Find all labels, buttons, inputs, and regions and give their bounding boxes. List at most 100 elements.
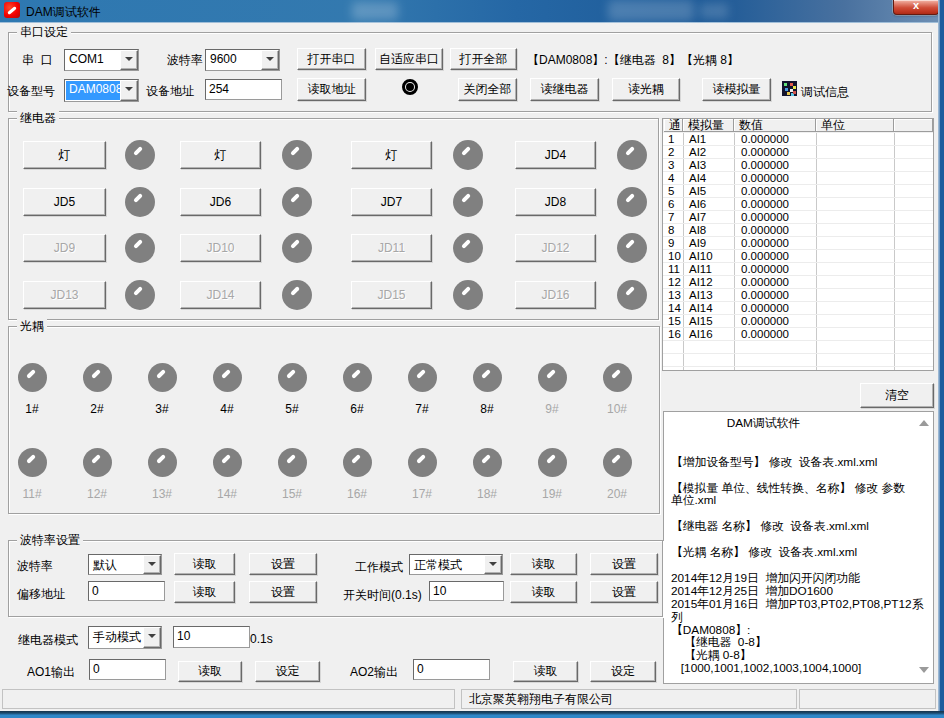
table-row[interactable]: 3 AI3 0.000000 (663, 159, 933, 172)
open-serial-button[interactable]: 打开串口 (297, 48, 366, 70)
table-row[interactable]: 6 AI6 0.000000 (663, 198, 933, 211)
table-row[interactable]: 14 AI14 0.000000 (663, 302, 933, 315)
switch-set-button[interactable]: 设置 (590, 581, 658, 603)
table-row[interactable]: 10 AI10 0.000000 (663, 250, 933, 263)
offset-label: 偏移地址 (17, 586, 65, 603)
workmode-select[interactable]: 正常模式 (409, 554, 503, 575)
col-header-value[interactable]: 数值 (734, 119, 816, 132)
relay-cell: 灯 (351, 140, 491, 170)
table-row[interactable]: 9 AI9 0.000000 (663, 237, 933, 250)
ao2-read-button[interactable]: 读取 (513, 661, 578, 682)
dropdown-arrow-icon[interactable] (143, 627, 161, 648)
relay-button[interactable]: JD15 (351, 281, 432, 309)
dropdown-arrow-icon[interactable] (120, 50, 138, 70)
relay-button[interactable]: JD6 (180, 188, 261, 216)
opto-status-ball (473, 448, 502, 477)
relay-button[interactable]: JD5 (23, 188, 106, 216)
relay-mode-select[interactable]: 手动模式 (88, 626, 162, 649)
com-port-select[interactable]: COM1 (64, 49, 139, 71)
relay-status-ball (453, 280, 483, 310)
dropdown-arrow-icon[interactable] (143, 555, 161, 574)
baudrate-select[interactable]: 默认 (88, 554, 162, 575)
baud-set-button[interactable]: 设置 (249, 553, 317, 575)
table-row[interactable]: 13 AI13 0.000000 (663, 289, 933, 302)
relay-button[interactable]: 灯 (23, 141, 106, 169)
opto-cell: 2# (77, 363, 117, 415)
opto-cell: 5# (272, 363, 312, 415)
table-row[interactable]: 7 AI7 0.000000 (663, 211, 933, 224)
col-header-channel[interactable]: 通 (664, 119, 683, 132)
table-row[interactable] (663, 354, 933, 367)
scroll-up-icon[interactable] (919, 420, 929, 426)
close-button[interactable]: x (893, 0, 939, 15)
relay-button[interactable]: 灯 (180, 141, 261, 169)
relay-button[interactable]: JD16 (515, 281, 596, 309)
relay-button[interactable]: JD13 (23, 281, 106, 309)
table-row[interactable]: 5 AI5 0.000000 (663, 185, 933, 198)
table-row[interactable]: 2 AI2 0.000000 (663, 146, 933, 159)
ao1-read-button[interactable]: 读取 (178, 661, 242, 682)
scroll-down-icon[interactable] (919, 667, 929, 673)
clear-log-button[interactable]: 清空 (860, 383, 934, 408)
table-row[interactable]: 11 AI11 0.000000 (663, 263, 933, 276)
relay-button[interactable]: JD4 (515, 141, 596, 169)
relay-button[interactable]: JD14 (180, 281, 261, 309)
device-model-select[interactable]: DAM0808 (64, 79, 139, 102)
col-header-unit[interactable]: 单位 (816, 119, 894, 132)
relay-button[interactable]: JD10 (180, 234, 261, 262)
col-header-name[interactable]: 模拟量 (683, 119, 734, 132)
opto-label: 11# (12, 487, 52, 501)
baud-select[interactable]: 9600 (205, 49, 280, 71)
col-header-extra[interactable] (894, 119, 933, 132)
workmode-read-button[interactable]: 读取 (510, 553, 577, 575)
window-title: DAM调试软件 (26, 4, 101, 21)
ao1-set-button[interactable]: 设定 (255, 661, 320, 682)
opto-label: 18# (467, 487, 507, 501)
dropdown-arrow-icon[interactable] (484, 555, 502, 574)
table-row[interactable] (663, 341, 933, 354)
offset-read-button[interactable]: 读取 (174, 581, 235, 603)
adaptive-serial-button[interactable]: 自适应串口 (375, 48, 443, 70)
relay-button[interactable]: 灯 (351, 141, 432, 169)
device-addr-input[interactable]: 254 (205, 79, 282, 100)
relay-button[interactable]: JD8 (515, 188, 596, 216)
relay-cell: JD11 (351, 233, 491, 263)
debug-info-icon (782, 81, 797, 96)
table-row[interactable]: 16 AI16 0.000000 (663, 328, 933, 341)
relay-time-input[interactable]: 10 (173, 626, 250, 648)
baud-read-button[interactable]: 读取 (174, 553, 235, 575)
workmode-set-button[interactable]: 设置 (590, 553, 658, 575)
dropdown-arrow-icon[interactable] (120, 80, 138, 101)
read-analog-button[interactable]: 读模拟量 (702, 78, 771, 101)
opto-label: 7# (402, 402, 442, 416)
relay-button[interactable]: JD12 (515, 234, 596, 262)
offset-input[interactable]: 0 (88, 581, 165, 601)
relay-button[interactable]: JD7 (351, 188, 432, 216)
offset-set-button[interactable]: 设置 (249, 581, 317, 603)
relay-mode-label: 继电器模式 (18, 632, 78, 649)
table-row[interactable]: 12 AI12 0.000000 (663, 276, 933, 289)
table-row[interactable]: 8 AI8 0.000000 (663, 224, 933, 237)
relay-button[interactable]: JD11 (351, 234, 432, 262)
ao2-set-button[interactable]: 设定 (590, 661, 656, 682)
close-all-button[interactable]: 关闭全部 (458, 78, 517, 101)
open-all-button[interactable]: 打开全部 (450, 48, 517, 70)
switch-time-input[interactable]: 10 (429, 581, 504, 601)
app-icon (4, 2, 20, 18)
dropdown-arrow-icon[interactable] (261, 50, 279, 70)
read-opto-button[interactable]: 读光耦 (612, 78, 680, 101)
opto-label: 2# (77, 402, 117, 416)
read-relay-button[interactable]: 读继电器 (530, 78, 599, 101)
relay-cell: JD15 (351, 280, 491, 310)
relay-cell: JD14 (180, 280, 320, 310)
status-bar: 北京聚英翱翔电子有限公司 (0, 688, 938, 711)
ao1-input[interactable]: 0 (89, 659, 166, 680)
table-row[interactable]: 15 AI15 0.000000 (663, 315, 933, 328)
table-row[interactable]: 4 AI4 0.000000 (663, 172, 933, 185)
ao2-input[interactable]: 0 (413, 659, 490, 680)
opto-cell: 9# (532, 363, 572, 415)
switch-read-button[interactable]: 读取 (510, 581, 577, 603)
relay-button[interactable]: JD9 (23, 234, 106, 262)
table-row[interactable]: 1 AI1 0.000000 (663, 133, 933, 146)
read-addr-button[interactable]: 读取地址 (297, 78, 366, 101)
